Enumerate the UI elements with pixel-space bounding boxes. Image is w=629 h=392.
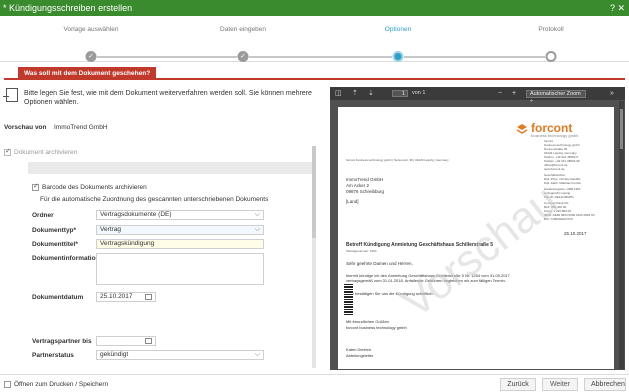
signer-role: Abteilungsleiter [346, 353, 374, 358]
barcode-label: Barcode des Dokuments archivieren [42, 184, 147, 191]
archive-checkbox[interactable] [4, 147, 11, 156]
step-done-check-icon[interactable]: ✓ [237, 51, 249, 62]
window-controls[interactable]: ? ✕ [610, 0, 625, 16]
dokumentdatum-label: Dokumentdatum [32, 294, 84, 301]
pdf-viewer: ◫ ⇡ ⇣ 1 von 1 − + Automatischer Zoom ÷ »… [330, 87, 625, 370]
prev-page-icon[interactable]: ⇡ [352, 87, 358, 100]
calendar-icon[interactable] [145, 338, 152, 344]
dokumenttitel-input[interactable]: Vertragskündigung [96, 239, 264, 249]
zoom-out-icon[interactable]: − [498, 87, 502, 100]
partnerstatus-value: gekündigt [100, 351, 129, 358]
recipient-line: 09876 Schreibburg [346, 189, 385, 194]
step-connector [404, 56, 545, 58]
window-titlebar: * Kündigungsschreiben erstellen ? ✕ [0, 0, 629, 16]
partnerstatus-select[interactable]: gekündigt ⌵ [96, 350, 264, 360]
barcode-checkbox[interactable] [32, 182, 39, 191]
dokumenttyp-label: Dokumenttyp* [32, 227, 77, 234]
step-open-icon [545, 51, 557, 62]
dokumenttitel-value: Vertragskündigung [100, 240, 155, 247]
closing-company: forcont business technology gmbh [346, 325, 407, 330]
step-label-daten: Daten eingeben [220, 26, 266, 33]
signer-name: Katrin Dietrich [346, 347, 372, 352]
ordner-select[interactable]: Vertragsdokumente (DE) ⌵ [96, 210, 264, 220]
step-label-optionen: Optionen [384, 26, 412, 33]
page-number-input[interactable]: 1 [392, 90, 408, 97]
form-scrollbar[interactable] [312, 146, 316, 368]
print-open-checkbox[interactable] [4, 381, 11, 388]
tab-dokument-aktion[interactable]: Was soll mit dem Dokument geschehen? [18, 67, 157, 80]
company-line: www.forcont.de [544, 167, 565, 171]
bottom-bar: Öffnen zum Drucken / Speichern Zurück We… [0, 374, 629, 392]
step-label-protokoll: Protokoll [538, 26, 564, 33]
cancel-button[interactable]: Abbrechen [584, 378, 626, 391]
section-tabbar: Was soll mit dem Dokument geschehen? [4, 67, 625, 80]
salutation: Sehr geehrte Damen und Herren, [346, 261, 413, 266]
step-current-icon [392, 51, 404, 62]
calendar-icon[interactable] [145, 294, 152, 300]
chevron-down-icon: ⌵ [254, 211, 260, 218]
step-done-check-icon[interactable]: ✓ [85, 51, 97, 62]
letter-date: 25.10.2017 [564, 231, 587, 236]
preview-watermark: Vorschau [392, 175, 567, 328]
step-connector [97, 56, 237, 58]
scrollbar-thumb[interactable] [620, 109, 623, 149]
options-form: Bitte legen Sie fest, wie mit dem Dokume… [0, 82, 320, 370]
dokumentdatum-input[interactable]: 25.10.2017 [96, 292, 156, 302]
zoom-in-icon[interactable]: + [512, 87, 516, 100]
sidebar-toggle-icon[interactable]: ◫ [335, 87, 342, 100]
zoom-select[interactable]: Automatischer Zoom ÷ [526, 90, 586, 104]
forcont-logo-sub: business technology gmbh [531, 133, 579, 138]
zuordnung-hint: Für die automatische Zuordnung des gesca… [40, 196, 269, 203]
recipient-line: Am Acker 2 [346, 183, 370, 188]
sender-line: forcont business technology gmbh | Nonne… [346, 158, 449, 162]
contract-number: Vertragsnummer: 1254 [346, 249, 377, 253]
info-text: Bitte legen Sie fest, wie mit dem Dokume… [24, 90, 312, 106]
page-count: von 1 [412, 90, 426, 96]
dokumenttyp-value: Vertrag [100, 226, 121, 233]
step-label-vorlage: Vorlage auswählen [63, 26, 119, 33]
chevron-down-icon: ⌵ [254, 226, 260, 233]
archive-label: Dokument archivieren [14, 149, 78, 156]
chevron-down-icon: ⌵ [254, 351, 260, 358]
wizard-steps: Vorlage auswählen Daten eingeben Optione… [0, 16, 629, 62]
recipient-line: [Land] [346, 199, 359, 204]
vertragspartner-date-input[interactable] [96, 336, 156, 346]
window-title: * Kündigungsschreiben erstellen [3, 3, 133, 13]
dokumentdatum-value: 25.10.2017 [100, 293, 133, 300]
vertragspartner-label: Vertragspartner bis [32, 338, 92, 345]
recipient-line: ImmoTrend GmbH [346, 177, 384, 182]
document-barcode [344, 283, 353, 315]
step-connector [249, 56, 392, 58]
partnerstatus-label: Partnerstatus [32, 352, 74, 359]
next-page-icon[interactable]: ⇣ [368, 87, 374, 100]
pdf-page: forcont business technology gmbh forcont… [338, 107, 614, 369]
ordner-value: Vertragsdokumente (DE) [100, 211, 172, 218]
dokumenttyp-select[interactable]: Vertrag ⌵ [96, 225, 264, 235]
zoom-value: Automatischer Zoom [530, 91, 581, 97]
dokumentinfo-textarea[interactable] [96, 253, 264, 285]
scrollbar-thumb[interactable] [312, 146, 316, 238]
vorschau-label: Vorschau von [4, 124, 47, 131]
document-export-icon [3, 88, 18, 102]
next-button[interactable]: Weiter [542, 378, 578, 391]
vorschau-value: ImmoTrend GmbH [54, 124, 108, 131]
dokumenttitel-label: Dokumenttitel* [32, 241, 78, 248]
company-line: Dipl.-Math. Matthias Kordon [544, 181, 582, 185]
expand-icon[interactable]: » [610, 87, 614, 100]
print-open-label: Öffnen zum Drucken / Speichern [14, 381, 109, 388]
dokumentinfo-label: Dokumentinformation [32, 255, 100, 262]
pdf-scrollbar[interactable] [619, 101, 624, 369]
pdf-toolbar: ◫ ⇡ ⇣ 1 von 1 − + Automatischer Zoom ÷ » [330, 87, 625, 104]
section-band [28, 162, 312, 174]
back-button[interactable]: Zurück [500, 378, 536, 391]
closing-line: Mit freundlichen Grüßen [346, 319, 389, 324]
ordner-label: Ordner [32, 212, 54, 219]
forcont-logo-icon [516, 124, 528, 134]
